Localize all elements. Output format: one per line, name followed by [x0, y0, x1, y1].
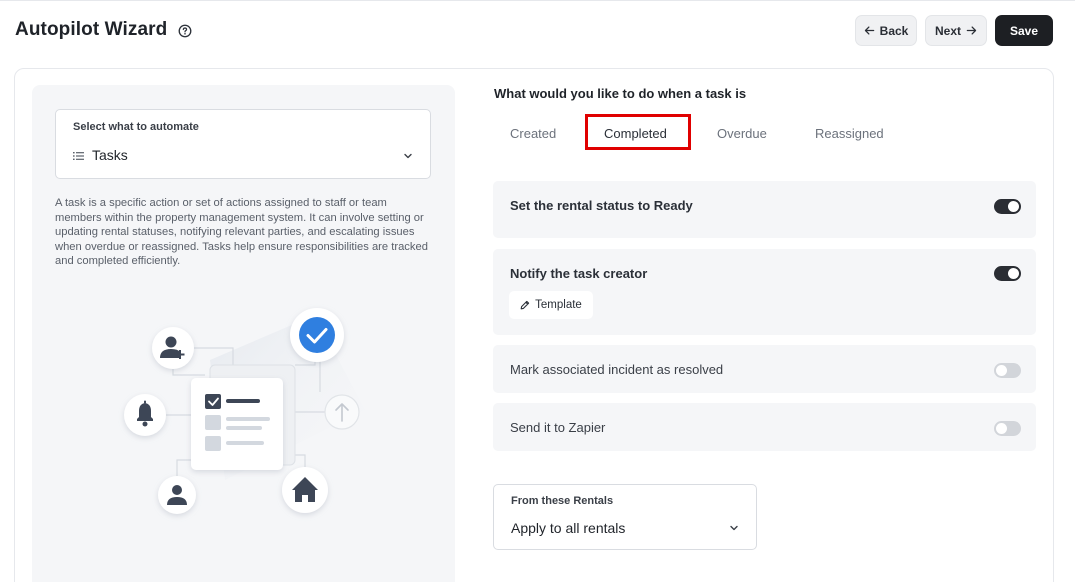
option-notify-creator: Notify the task creator Template	[493, 249, 1036, 335]
tab-overdue[interactable]: Overdue	[717, 126, 767, 141]
selected-tab-highlight	[585, 114, 691, 150]
top-border	[0, 0, 1075, 1]
next-button[interactable]: Next	[925, 15, 987, 46]
template-button[interactable]: Template	[509, 291, 593, 319]
rentals-select-label: From these Rentals	[511, 495, 614, 507]
automate-select-label: Select what to automate	[73, 121, 199, 133]
automate-select[interactable]: Select what to automate Tasks	[55, 109, 431, 179]
option-label: Notify the task creator	[510, 266, 648, 281]
automate-select-value: Tasks	[92, 147, 128, 163]
chevron-down-icon	[730, 525, 738, 531]
save-button-label: Save	[1009, 23, 1039, 38]
save-button[interactable]: Save	[995, 15, 1053, 46]
toggle-notify-creator[interactable]	[994, 266, 1021, 281]
tab-created[interactable]: Created	[510, 126, 556, 141]
option-mark-incident-resolved: Mark associated incident as resolved	[493, 345, 1036, 393]
check-circle-icon	[299, 317, 335, 353]
toggle-send-to-zapier[interactable]	[994, 421, 1021, 436]
list-icon	[73, 152, 84, 160]
option-set-rental-status: Set the rental status to Ready	[493, 181, 1036, 238]
option-label: Mark associated incident as resolved	[510, 362, 724, 377]
arrow-right-icon	[966, 26, 977, 35]
back-button[interactable]: Back	[855, 15, 917, 46]
task-illustration	[124, 308, 365, 514]
rentals-select[interactable]: From these Rentals Apply to all rentals	[493, 484, 757, 550]
arrow-left-icon	[864, 26, 874, 35]
help-icon[interactable]	[178, 24, 192, 38]
option-label: Send it to Zapier	[510, 420, 606, 435]
page-title: Autopilot Wizard	[15, 19, 168, 40]
toggle-mark-incident-resolved[interactable]	[994, 363, 1021, 378]
pencil-icon	[520, 300, 530, 310]
task-description: A task is a specific action or set of ac…	[55, 197, 428, 268]
next-button-label: Next	[934, 23, 961, 38]
rentals-select-value: Apply to all rentals	[511, 520, 626, 536]
option-send-to-zapier: Send it to Zapier	[493, 403, 1036, 451]
section-title: What would you like to do when a task is	[494, 86, 747, 101]
back-button-label: Back	[879, 23, 909, 38]
chevron-down-icon	[404, 153, 412, 159]
option-label: Set the rental status to Ready	[510, 198, 693, 213]
template-button-label: Template	[535, 299, 582, 311]
toggle-set-rental-status[interactable]	[994, 199, 1021, 214]
tab-reassigned[interactable]: Reassigned	[815, 126, 884, 141]
